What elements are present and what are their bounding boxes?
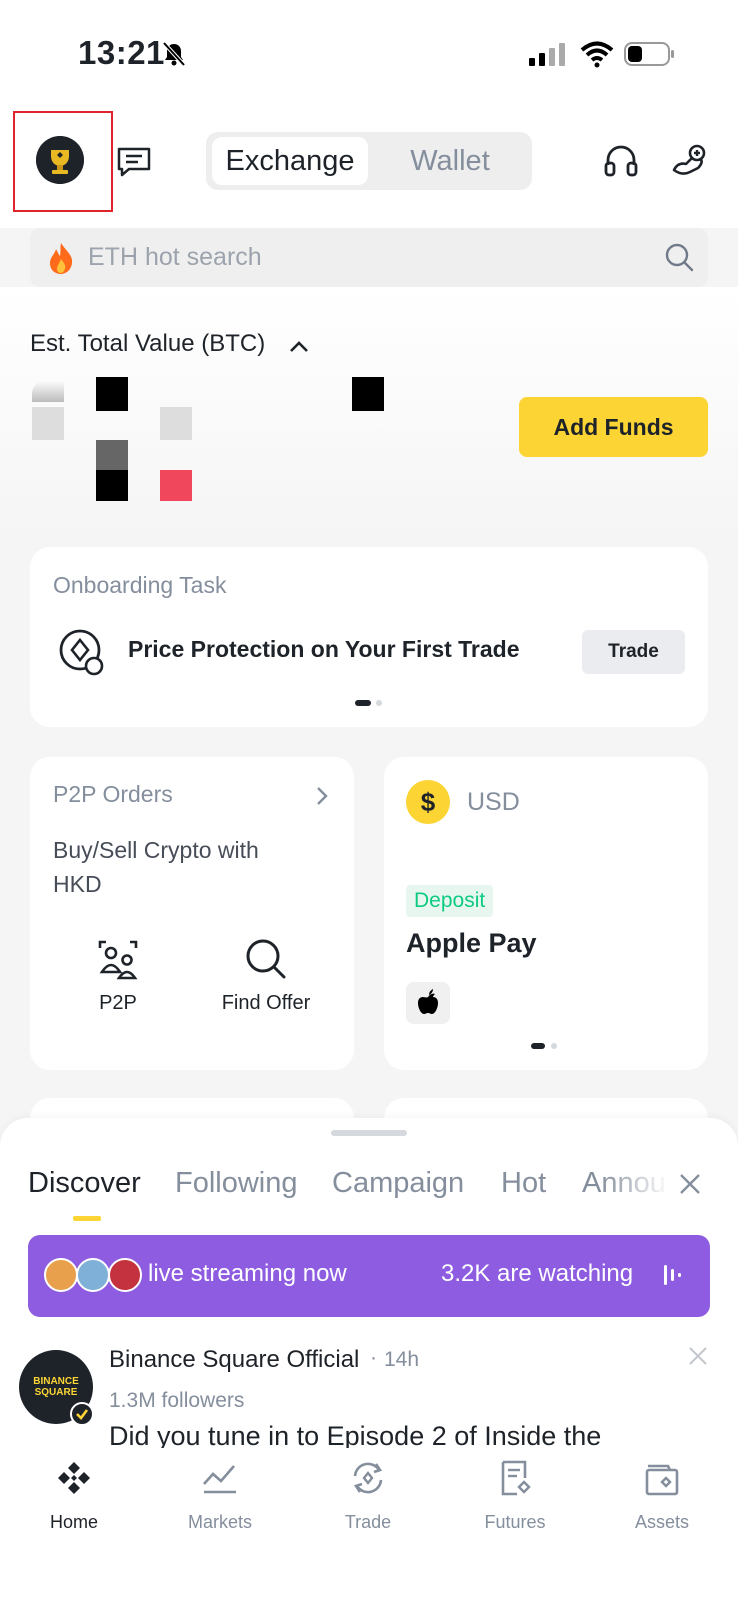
nav-futures-label: Futures: [484, 1512, 546, 1532]
apple-pay-label: Apple Pay: [406, 928, 537, 958]
assets-icon: [645, 1464, 679, 1496]
segment-exchange[interactable]: Exchange: [212, 137, 368, 185]
segment-wallet[interactable]: Wallet: [372, 137, 528, 185]
nav-trade-label: Trade: [344, 1512, 392, 1532]
p2p-action-label[interactable]: P2P: [78, 992, 158, 1015]
headset-icon[interactable]: [603, 143, 639, 179]
apple-logo-tile: [406, 982, 450, 1024]
trophy-icon: [36, 136, 84, 184]
markets-icon: [203, 1465, 236, 1494]
p2p-people-icon[interactable]: [98, 938, 138, 980]
chevron-right-icon[interactable]: [315, 786, 329, 806]
p2p-subtitle: Buy/Sell Crypto with HKD: [53, 837, 259, 897]
search-placeholder[interactable]: ETH hot search: [88, 228, 262, 287]
live-streaming-text: live streaming now: [148, 1260, 347, 1287]
audio-wave-icon: [664, 1265, 681, 1285]
usd-currency-label: USD: [467, 788, 520, 816]
onboarding-title: Onboarding Task: [53, 572, 227, 598]
verified-badge-icon: [70, 1402, 94, 1426]
nav-home[interactable]: Home: [14, 1458, 134, 1533]
post-author-name[interactable]: Binance Square Official: [109, 1346, 359, 1374]
nav-futures[interactable]: Futures: [455, 1458, 575, 1533]
battery-icon: [624, 42, 674, 66]
find-offer-label[interactable]: Find Offer: [206, 992, 326, 1015]
trade-icon: [353, 1462, 383, 1494]
referral-gift-icon[interactable]: [670, 142, 708, 180]
profile-avatar[interactable]: [36, 136, 84, 184]
nav-markets[interactable]: Markets: [160, 1458, 280, 1533]
apple-icon: [418, 989, 438, 1014]
post-body[interactable]: Did you tune in to Episode 2 of Inside t…: [109, 1421, 601, 1449]
carousel-dots: [531, 1043, 557, 1049]
deposit-badge: Deposit: [406, 885, 494, 917]
onboarding-trade-button[interactable]: Trade: [582, 630, 685, 674]
wifi-icon: [580, 41, 614, 68]
post-avatar-logo-text: BINANCE SQUARE: [33, 1376, 79, 1398]
live-avatar: [76, 1258, 110, 1292]
bell-muted-icon: [162, 41, 186, 67]
nav-home-label: Home: [49, 1512, 98, 1532]
fire-icon: [50, 243, 73, 274]
live-avatar: [108, 1258, 142, 1292]
live-avatar: [44, 1258, 78, 1292]
search-icon[interactable]: [664, 242, 694, 272]
chat-icon[interactable]: [116, 146, 152, 178]
p2p-orders-title[interactable]: P2P Orders: [53, 781, 173, 808]
add-funds-button[interactable]: Add Funds: [519, 397, 708, 457]
post-followers: 1.3M followers: [109, 1389, 245, 1412]
tab-active-indicator: [73, 1216, 101, 1221]
watching-count: 3.2K are watching: [441, 1260, 634, 1287]
onboarding-task-text: Price Protection on Your First Trade: [128, 636, 520, 662]
sheet-drag-handle[interactable]: [331, 1130, 407, 1136]
dot-separator: ·: [370, 1346, 377, 1369]
usd-coin-icon: $: [406, 780, 450, 824]
nav-assets[interactable]: Assets: [602, 1458, 722, 1533]
tab-campaign[interactable]: Campaign: [332, 1167, 464, 1200]
home-icon: [58, 1462, 90, 1494]
search-icon[interactable]: [245, 938, 287, 980]
chevron-up-icon[interactable]: [288, 338, 310, 354]
signal-icon: [529, 43, 565, 66]
status-time: 13:21: [78, 34, 165, 71]
tab-discover[interactable]: Discover: [28, 1167, 141, 1200]
est-total-value-label[interactable]: Est. Total Value (BTC): [30, 330, 265, 358]
nav-markets-label: Markets: [187, 1512, 252, 1532]
post-time: 14h: [384, 1348, 420, 1371]
tab-following[interactable]: Following: [175, 1167, 298, 1200]
price-protection-icon: [59, 629, 104, 676]
nav-trade[interactable]: Trade: [308, 1458, 428, 1533]
carousel-dots: [355, 700, 382, 706]
close-icon[interactable]: [688, 1346, 708, 1366]
tabs-fade: [600, 1160, 670, 1210]
tab-hot[interactable]: Hot: [501, 1167, 546, 1200]
nav-assets-label: Assets: [634, 1512, 690, 1532]
futures-icon: [501, 1460, 531, 1496]
close-icon[interactable]: [678, 1172, 702, 1196]
